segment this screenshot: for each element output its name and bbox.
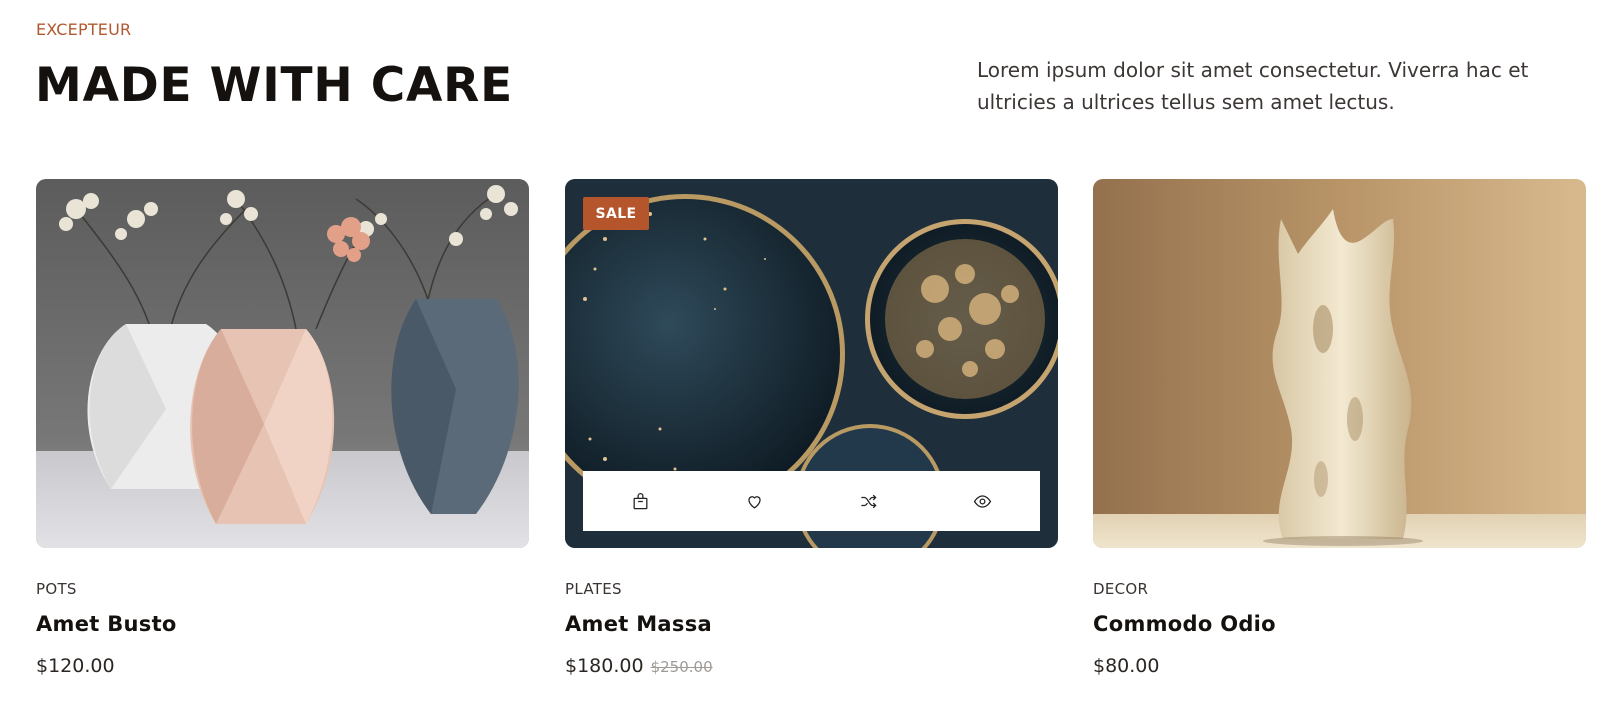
product-name[interactable]: Amet Massa	[565, 612, 1058, 636]
page-title: MADE WITH CARE	[35, 58, 514, 113]
shopping-bag-icon	[633, 492, 648, 509]
shuffle-icon	[861, 494, 877, 508]
product-name[interactable]: Amet Busto	[36, 612, 529, 636]
heart-icon	[748, 495, 761, 509]
product-image[interactable]	[1093, 179, 1586, 548]
product-category: DECOR	[1093, 580, 1149, 598]
product-category: POTS	[36, 580, 77, 598]
section-intro: Lorem ipsum dolor sit amet consectetur. …	[977, 58, 1529, 114]
product-price: $120.00	[36, 655, 115, 677]
product-old-price: $250.00	[650, 658, 713, 676]
product-name[interactable]: Commodo Odio	[1093, 612, 1586, 636]
product-card-commodo-odio[interactable]: DECOR Commodo Odio $80.00	[1093, 179, 1586, 677]
product-category: PLATES	[565, 580, 622, 598]
wishlist-button[interactable]	[734, 481, 774, 521]
product-image[interactable]	[36, 179, 529, 548]
sale-badge: SALE	[583, 197, 649, 230]
product-card-amet-busto[interactable]: POTS Amet Busto $120.00	[36, 179, 529, 677]
product-image[interactable]: SALE	[565, 179, 1058, 548]
sculpture-image	[1093, 179, 1586, 548]
eye-icon	[974, 494, 992, 508]
product-actions	[583, 471, 1040, 531]
section-eyebrow: EXCEPTEUR	[36, 20, 132, 39]
add-to-cart-button[interactable]	[620, 481, 660, 521]
vases-image	[36, 179, 529, 548]
product-card-amet-massa[interactable]: SALE PLATES Amet Massa $180.00 $250.00	[565, 179, 1058, 677]
compare-button[interactable]	[849, 481, 889, 521]
quick-view-button[interactable]	[963, 481, 1003, 521]
product-price: $180.00	[565, 655, 644, 677]
product-price: $80.00	[1093, 655, 1160, 677]
